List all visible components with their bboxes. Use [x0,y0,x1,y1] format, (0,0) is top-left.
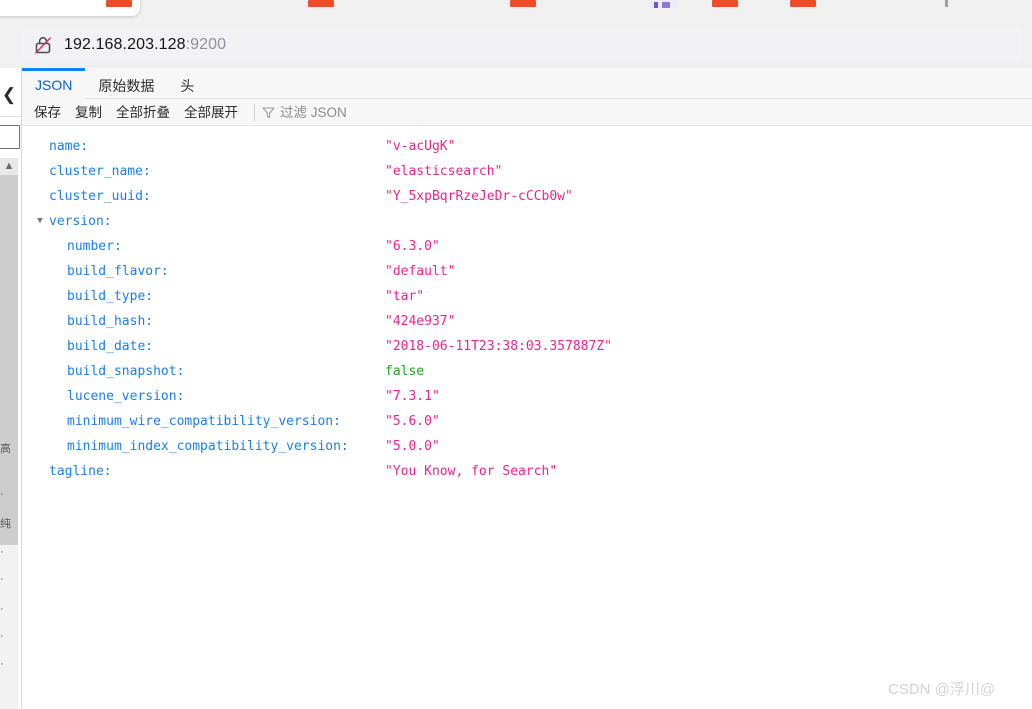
json-key: cluster_uuid: [49,189,151,204]
sidebar-scrollbar[interactable]: ▲ [0,158,18,709]
json-key: minimum_wire_compatibility_version: [67,414,341,429]
json-row[interactable]: minimum_wire_compatibility_version: "5.6… [22,409,1032,434]
chevron-left-icon[interactable]: ❮ [0,85,18,105]
tab-json[interactable]: JSON [22,68,86,99]
json-row[interactable]: build_snapshot: false [22,359,1032,384]
json-value: "default" [385,264,456,279]
tab-favicon[interactable] [945,0,948,7]
json-row[interactable]: build_type: "tar" [22,284,1032,309]
json-row[interactable]: name: "v-acUgK" [22,134,1032,159]
tab-favicon[interactable] [106,0,132,7]
sidebar-list-item[interactable]: · [0,546,14,558]
sidebar-search-input[interactable] [0,125,20,149]
json-key: build_snapshot: [67,364,185,379]
json-viewer-tablist[interactable]: JSON 原始数据 头 [22,68,1032,99]
json-content-tree[interactable]: name: "v-acUgK" cluster_name: "elasticse… [22,127,1032,709]
sidebar-panel[interactable]: ❮ ▲ 高 · 纯 · · · · · [0,68,22,709]
browser-chrome: 192.168.203.128:9200 [0,0,1032,68]
json-value: "Y_5xpBqrRzeJeDr-cCCb0w" [385,189,573,204]
json-key: cluster_name: [49,164,151,179]
json-value: "7.3.1" [385,389,440,404]
json-row[interactable]: build_date: "2018-06-11T23:38:03.357887Z… [22,334,1032,359]
json-key: build_date: [67,339,154,354]
json-row[interactable]: lucene_version: "7.3.1" [22,384,1032,409]
json-viewer-panel: JSON 原始数据 头 保存 复制 全部折叠 全部展开 name: "v-acU… [22,68,1032,709]
browser-tab-strip[interactable] [0,0,1032,22]
lock-slash-icon[interactable] [32,34,54,56]
sidebar-list-item[interactable]: · [0,658,14,670]
json-row[interactable]: build_hash: "424e937" [22,309,1032,334]
tab-favicon[interactable] [790,0,816,7]
sidebar-list-item[interactable]: · [0,488,14,500]
json-row[interactable]: cluster_name: "elasticsearch" [22,159,1032,184]
sidebar-list-item[interactable]: · [0,573,14,585]
json-row[interactable]: ▼ version: [22,209,1032,234]
tab-favicon[interactable] [648,0,678,8]
json-key: tagline: [49,464,112,479]
json-key: build_type: [67,289,154,304]
toolbar-divider [254,103,255,121]
browser-navigation-bar: 192.168.203.128:9200 [0,22,1032,68]
url-port: :9200 [185,36,227,53]
json-key: name: [49,139,89,154]
funnel-icon [262,106,275,119]
url-text[interactable]: 192.168.203.128:9200 [64,36,226,54]
json-key: lucene_version: [67,389,185,404]
sidebar-list-item[interactable]: 高 [0,443,14,455]
tab-favicon[interactable] [308,0,334,7]
json-value: false [385,364,425,379]
save-button[interactable]: 保存 [27,99,68,126]
json-key: minimum_index_compatibility_version: [67,439,349,454]
json-value: "5.0.0" [385,439,440,454]
csdn-watermark: CSDN @浮川@ [888,681,996,698]
url-host: 192.168.203.128 [64,36,186,53]
tab-favicon[interactable] [712,0,738,7]
tab-favicon[interactable] [510,0,536,7]
json-key: build_flavor: [67,264,169,279]
json-value: "6.3.0" [385,239,440,254]
sidebar-divider [0,116,21,117]
chevron-up-icon[interactable]: ▲ [0,158,18,175]
json-value: "2018-06-11T23:38:03.357887Z" [385,339,612,354]
json-value: "v-acUgK" [385,139,456,154]
json-row[interactable]: minimum_index_compatibility_version: "5.… [22,434,1032,459]
json-value: "424e937" [385,314,456,329]
expand-all-button[interactable]: 全部展开 [177,99,245,126]
url-bar[interactable]: 192.168.203.128:9200 [22,28,1022,62]
copy-button[interactable]: 复制 [68,99,109,126]
json-row[interactable]: number: "6.3.0" [22,234,1032,259]
json-viewer-toolbar: 保存 复制 全部折叠 全部展开 [22,99,1032,126]
json-value: "elasticsearch" [385,164,503,179]
json-key: number: [67,239,122,254]
json-key: build_hash: [67,314,154,329]
sidebar-list-item[interactable]: · [0,630,14,642]
filter-json-input[interactable] [280,104,460,120]
tab-raw-data[interactable]: 原始数据 [85,68,167,99]
json-key: version: [49,214,112,229]
tab-headers[interactable]: 头 [167,68,207,99]
json-value: "5.6.0" [385,414,440,429]
chevron-down-icon[interactable]: ▼ [34,209,46,234]
json-row[interactable]: tagline: "You Know, for Search" [22,459,1032,484]
sidebar-list-item[interactable]: 纯 [0,518,14,530]
collapse-all-button[interactable]: 全部折叠 [109,99,177,126]
json-value: "You Know, for Search" [385,464,558,479]
sidebar-list-item[interactable]: · [0,603,14,615]
json-row[interactable]: build_flavor: "default" [22,259,1032,284]
json-value: "tar" [385,289,425,304]
json-row[interactable]: cluster_uuid: "Y_5xpBqrRzeJeDr-cCCb0w" [22,184,1032,209]
filter-json-control[interactable] [262,104,460,120]
